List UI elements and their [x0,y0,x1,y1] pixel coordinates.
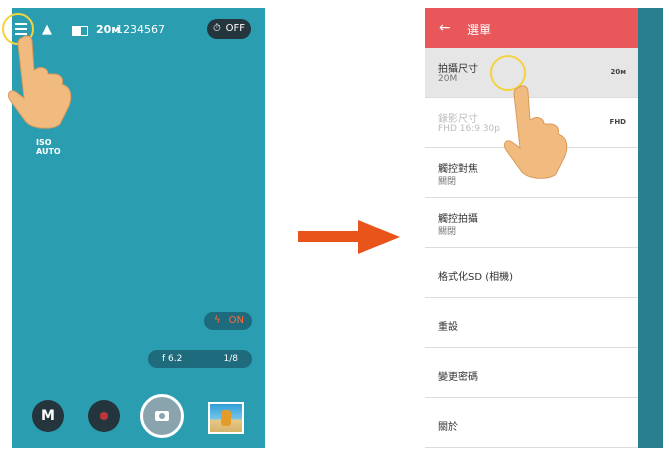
menu-item-title: 關於 [438,422,458,433]
self-timer-toggle[interactable]: ⏱ OFF [207,19,251,39]
menu-item-format-sd[interactable]: 格式化SD (相機) [425,248,638,298]
record-button[interactable] [88,400,120,432]
menu-item-reset[interactable]: 重設 [425,298,638,348]
menu-item-change-password[interactable]: 變更密碼 [425,348,638,398]
mode-button[interactable]: M [32,400,64,432]
gallery-thumbnail[interactable] [208,402,244,434]
menu-title: 選單 [467,23,492,37]
back-arrow-icon[interactable]: ← [439,20,451,36]
menu-item-value: 關閉 [438,177,457,187]
flash-icon: ϟ [214,315,221,326]
timer-icon: ⏱ [213,23,221,34]
thumbnail-image [221,410,231,426]
menu-item-title: 錄影尺寸 [438,114,478,125]
iso-value: AUTO [36,147,61,156]
menu-screen: ← 選單 拍攝尺寸 20M 20м 錄影尺寸 FHD 16:9 30p FHD … [425,8,663,448]
flash-value: ON [228,315,244,326]
aperture-value: f 6.2 [162,354,183,364]
pointing-hand-icon [7,35,72,129]
shutter-button[interactable] [140,394,184,438]
menu-item-value: FHD 16:9 30p [438,124,500,134]
iso-setting[interactable]: ISO AUTO [36,138,61,156]
menu-item-value: 20M [438,74,458,84]
self-timer-value: OFF [225,23,245,34]
menu-item-title: 觸控拍攝 [438,214,478,225]
camera-preview-edge [638,8,663,448]
menu-item-title: 格式化SD (相機) [438,272,514,283]
menu-item-title: 拍攝尺寸 [438,64,478,75]
shutter-value: 1/8 [223,354,238,364]
flash-toggle[interactable]: ϟ ON [204,312,252,330]
exposure-info: f 6.2 1/8 [148,350,252,368]
menu-header: ← 選單 [425,8,638,48]
transition-arrow [298,231,360,242]
shots-remaining: 1234567 [116,23,165,36]
photo-size-badge: 20м [610,68,626,76]
menu-item-value: 關閉 [438,227,457,237]
menu-item-about[interactable]: 關於 [425,398,638,448]
menu-item-title: 變更密碼 [438,372,478,383]
pointing-hand-icon [503,85,568,179]
video-size-badge: FHD [609,118,626,126]
camera-icon [155,411,169,421]
battery-icon [72,26,88,36]
iso-label: ISO [36,138,52,147]
menu-item-title: 重設 [438,322,458,333]
record-icon [100,412,108,420]
menu-item-title: 觸控對焦 [438,164,478,175]
menu-item-touch-shoot[interactable]: 觸控拍攝 關閉 [425,198,638,248]
transition-arrow-head [358,220,400,254]
